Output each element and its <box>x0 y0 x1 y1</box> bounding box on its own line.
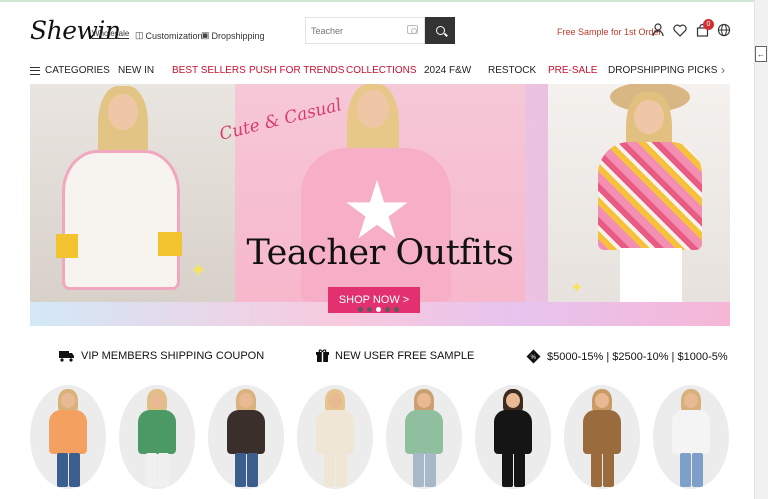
search-icon <box>435 26 445 35</box>
promo-free-sample[interactable]: NEW USER FREE SAMPLE <box>316 349 474 363</box>
site-header: Shewin Wholesale ◫ Customization ▣ Drops… <box>0 0 768 58</box>
product-model-shape <box>69 453 80 487</box>
user-icon[interactable] <box>650 22 666 38</box>
carousel-dot[interactable] <box>385 307 390 312</box>
promo-vip-shipping[interactable]: VIP MEMBERS SHIPPING COUPON <box>58 349 264 362</box>
carousel-dots <box>358 307 399 312</box>
truck-icon <box>59 351 74 362</box>
side-collapse-icon[interactable]: ← <box>755 46 767 62</box>
hero-banner[interactable]: ✦ ✦ Cute & Casual Teacher Outfits SHOP N… <box>30 84 730 326</box>
carousel-dot[interactable] <box>358 307 363 312</box>
search-box <box>305 17 425 44</box>
nav-categories[interactable]: CATEGORIES <box>45 65 110 76</box>
product-model-shape <box>684 393 698 408</box>
nav-pre-sale[interactable]: PRE-SALE <box>548 65 597 76</box>
product-model-shape <box>324 453 335 487</box>
category-circle-item[interactable] <box>119 385 195 489</box>
product-model-shape <box>672 410 710 454</box>
gift-icon <box>316 349 329 362</box>
product-model-shape <box>227 410 265 454</box>
product-model-shape <box>316 410 354 454</box>
nav-2024-fw[interactable]: 2024 F&W <box>424 65 471 76</box>
product-model-shape <box>425 453 436 487</box>
promo-discount-tiers[interactable]: % $5000-15% | $2500-10% | $1000-5% <box>526 349 728 364</box>
carousel-dot[interactable] <box>394 307 399 312</box>
product-model-shape <box>405 410 443 454</box>
nav-collections[interactable]: COLLECTIONS <box>346 65 417 76</box>
banner-title: Teacher Outfits <box>246 233 514 273</box>
product-model-shape <box>138 410 176 454</box>
product-model-shape <box>591 453 602 487</box>
svg-text:%: % <box>531 355 537 361</box>
product-model-shape <box>235 453 246 487</box>
product-model-shape <box>595 393 609 408</box>
nav-push-for-trends[interactable]: PUSH FOR TRENDS <box>249 65 344 76</box>
heart-icon[interactable] <box>672 22 688 38</box>
tshirt-icon: ◫ <box>135 30 144 40</box>
carousel-dot-active[interactable] <box>376 307 381 312</box>
category-circle-item[interactable] <box>475 385 551 489</box>
search-button[interactable] <box>425 17 455 44</box>
category-circle-item[interactable] <box>564 385 640 489</box>
product-model-shape <box>239 393 253 408</box>
product-model-shape <box>692 453 703 487</box>
cart-count-badge: 0 <box>703 19 714 30</box>
main-nav: CATEGORIES NEW IN BEST SELLERS PUSH FOR … <box>0 58 768 84</box>
nav-restock[interactable]: RESTOCK <box>488 65 536 76</box>
category-circle-item[interactable] <box>386 385 462 489</box>
product-model-shape <box>417 393 431 408</box>
product-model-shape <box>514 453 525 487</box>
product-model-shape <box>336 453 347 487</box>
product-model-shape <box>57 453 68 487</box>
product-model-shape <box>328 393 342 408</box>
product-model-shape <box>413 453 424 487</box>
nav-next-arrow[interactable]: › <box>721 63 725 77</box>
product-model-shape <box>61 393 75 408</box>
product-model-shape <box>583 410 621 454</box>
product-model-shape <box>680 453 691 487</box>
product-model-shape <box>506 393 520 408</box>
product-model-shape <box>158 453 169 487</box>
menu-icon <box>30 67 40 75</box>
category-circle-item[interactable] <box>297 385 373 489</box>
product-model-shape <box>146 453 157 487</box>
sparkle-icon: ✦ <box>570 280 584 297</box>
category-circle-item[interactable] <box>653 385 729 489</box>
nav-best-sellers[interactable]: BEST SELLERS <box>172 65 246 76</box>
product-model-shape <box>603 453 614 487</box>
carousel-dot[interactable] <box>367 307 372 312</box>
product-model-shape <box>494 410 532 454</box>
box-icon: ▣ <box>201 30 210 40</box>
globe-icon[interactable] <box>716 22 732 38</box>
search-input[interactable] <box>306 18 406 43</box>
logo-subtitle: Wholesale <box>92 29 130 39</box>
nav-prev-arrow[interactable]: ‹ <box>707 63 711 77</box>
product-model-shape <box>247 453 258 487</box>
camera-search-icon[interactable] <box>407 25 418 34</box>
free-sample-link[interactable]: Free Sample for 1st Order <box>557 27 662 37</box>
product-model-shape <box>502 453 513 487</box>
discount-tag-icon: % <box>526 349 541 364</box>
category-circle-item[interactable] <box>208 385 284 489</box>
customization-link[interactable]: ◫ Customization <box>135 30 203 41</box>
product-model-shape <box>49 410 87 454</box>
category-circle-item[interactable] <box>30 385 106 489</box>
page-scrollbar[interactable] <box>754 0 768 499</box>
product-model-shape <box>150 393 164 408</box>
nav-dropshipping-picks[interactable]: DROPSHIPPING PICKS <box>608 65 717 76</box>
nav-new-in[interactable]: NEW IN <box>118 65 154 76</box>
dropshipping-link[interactable]: ▣ Dropshipping <box>201 30 265 41</box>
